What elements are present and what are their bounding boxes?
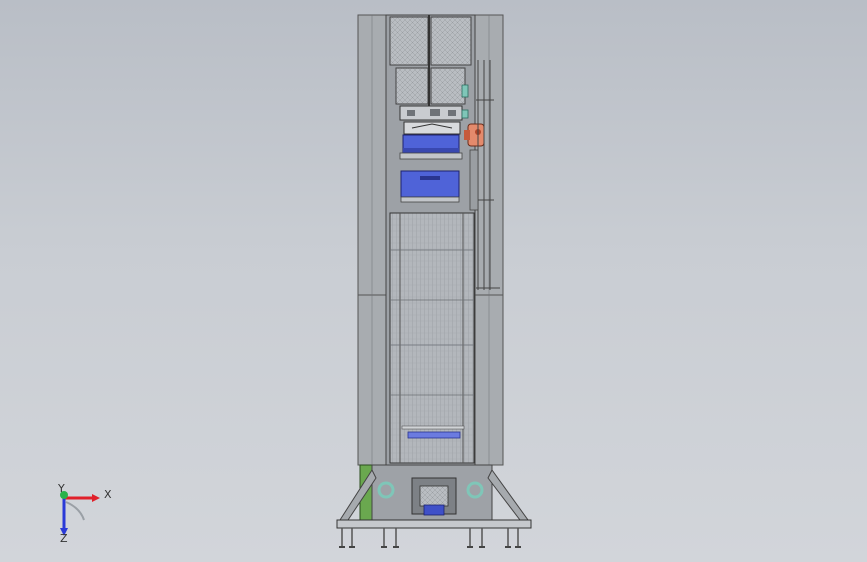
lower-mesh-shaft — [389, 212, 475, 464]
top-mesh-panel-right — [430, 16, 472, 66]
blue-slot — [407, 431, 461, 439]
mid-mesh-panel-left — [395, 67, 429, 105]
base-frame — [336, 464, 532, 529]
triad-y-label: Y — [58, 482, 65, 495]
top-mesh-panel-left — [389, 16, 429, 66]
mid-mesh-panel-right — [430, 67, 466, 105]
coordinate-triad — [60, 491, 100, 536]
blue-tray-lower — [400, 170, 460, 198]
machine-model[interactable] — [0, 0, 867, 562]
leveling-feet — [341, 528, 519, 546]
triad-x-label: X — [104, 488, 112, 501]
triad-z-label: Z — [60, 532, 68, 545]
graphics-viewport[interactable]: X Y Z — [0, 0, 867, 562]
